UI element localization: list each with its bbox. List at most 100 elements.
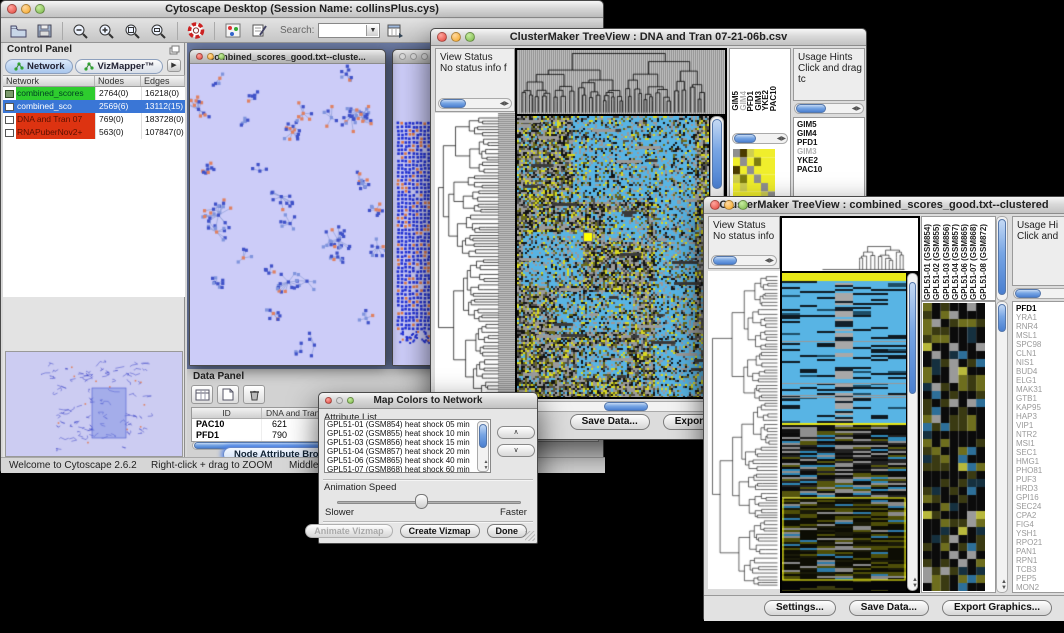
tv2-row-dendrogram[interactable] [708,271,780,589]
gene-label[interactable]: GPI16 [1016,493,1064,502]
resize-grip[interactable] [525,531,535,541]
tv1-zoom-matrix[interactable] [733,149,775,200]
gene-label[interactable]: MSI1 [1016,439,1064,448]
matrix-row-label[interactable]: PFD1 [797,138,864,147]
attribute-listbox[interactable]: GPL51-01 (GSM854) heat shock 05 min GPL51… [324,419,491,473]
network-list-row[interactable]: combined_sco 2569(6) 13112(15) [3,100,185,113]
tv1-matrix-scrollbar[interactable]: ◀▶ [732,133,788,144]
close-button[interactable] [196,53,203,60]
gene-label[interactable]: GTB1 [1016,394,1064,403]
tv1-heatmap[interactable] [517,116,709,397]
gene-label[interactable]: KAP95 [1016,403,1064,412]
minimize-button[interactable] [207,53,214,60]
gene-label[interactable]: SEC24 [1016,502,1064,511]
animation-speed-slider[interactable] [337,501,521,504]
gene-label[interactable]: MON2 [1016,583,1064,592]
tv2-column-dendrogram[interactable] [782,218,918,271]
network1-canvas[interactable] [190,64,385,365]
minimize-button[interactable] [21,4,31,14]
attribute-list-scrollbar[interactable]: ▲▼ [477,421,489,472]
tv2-labels-vscroll[interactable] [996,216,1008,301]
zoom-in-icon[interactable] [96,21,118,41]
network1-titlebar[interactable]: combined_scores_good.txt--cluste... [190,50,385,64]
tab[interactable]: VizMapper™ [75,59,163,74]
close-button[interactable] [7,4,17,14]
move-down-button[interactable]: ∨ [497,444,535,457]
dialog-button[interactable]: Done [487,524,528,538]
gene-label[interactable]: PHO81 [1016,466,1064,475]
open-file-icon[interactable] [7,21,29,41]
zoom-button[interactable] [465,32,475,42]
move-up-button[interactable]: ∧ [497,426,535,439]
zoom-button[interactable] [738,200,748,210]
minimize-button[interactable] [336,397,343,404]
gene-label[interactable]: YSH1 [1016,529,1064,538]
gene-label[interactable]: PEP5 [1016,574,1064,583]
attribute-item[interactable]: GPL51-07 (GSM868) heat shock 60 min [325,465,477,473]
close-button[interactable] [710,200,720,210]
dialog-button[interactable]: Create Vizmap [400,524,480,538]
help-lifering-icon[interactable] [185,21,207,41]
treeview-button[interactable]: Settings... [764,600,836,616]
matrix-column-label[interactable]: PAC10 [770,86,778,111]
tv2-status-scrollbar[interactable]: ◀▶ [711,255,777,266]
col-nodes[interactable]: Nodes [95,76,141,86]
treeview1-titlebar[interactable]: ClusterMaker TreeView : DNA and Tran 07-… [431,29,866,46]
vizmap-nodes-icon[interactable] [222,21,244,41]
birdseye-view[interactable] [5,351,183,457]
gene-label[interactable]: RNR4 [1016,322,1064,331]
dialog-titlebar[interactable]: Map Colors to Network [319,393,537,409]
matrix-row-label[interactable]: PAC10 [797,165,864,174]
tv2-genes-hscroll[interactable] [1013,288,1064,299]
col-id[interactable]: ID [192,408,262,418]
zoom-button[interactable] [218,53,225,60]
gene-label[interactable]: NIS1 [1016,358,1064,367]
attribute-item[interactable]: GPL51-06 (GSM865) heat shock 40 min [325,456,477,465]
tv2-zoom-vscroll[interactable]: ▲▼ [996,301,1008,593]
gene-label[interactable]: MAK31 [1016,385,1064,394]
treeview-button[interactable]: Export Graphics... [942,600,1052,616]
attribute-item[interactable]: GPL51-01 (GSM854) heat shock 05 min [325,420,477,429]
save-icon[interactable] [33,21,55,41]
zoom-fit-icon[interactable] [148,21,170,41]
matrix-row-label[interactable]: YKE2 [797,156,864,165]
gene-label[interactable]: FIG4 [1016,520,1064,529]
close-button[interactable] [325,397,332,404]
zoom-button[interactable] [421,53,428,60]
gene-label[interactable]: HMG1 [1016,457,1064,466]
minimize-button[interactable] [451,32,461,42]
gene-label[interactable]: HRD3 [1016,484,1064,493]
close-button[interactable] [437,32,447,42]
tv2-heatmap-vscroll[interactable]: ▲▼ [907,273,918,591]
heatmap-column-label[interactable]: GPL51-02 (GSM855) [933,224,942,300]
attribute-item[interactable]: GPL51-03 (GSM856) heat shock 15 min [325,438,477,447]
zoom-out-icon[interactable] [70,21,92,41]
gene-label[interactable]: NTR2 [1016,430,1064,439]
gene-label[interactable]: SEC1 [1016,448,1064,457]
gene-label[interactable]: CPA2 [1016,511,1064,520]
tv1-status-scrollbar[interactable]: ◀▶ [438,98,512,109]
search-input[interactable]: ▼ [318,23,380,38]
gene-label[interactable]: SPC98 [1016,340,1064,349]
network-list-row[interactable]: combined_scores 2764(0) 16218(0) [3,87,185,100]
treeview2-titlebar[interactable]: ClusterMaker TreeView : combined_scores_… [704,197,1064,214]
float-panel-icon[interactable] [169,45,180,58]
gene-label[interactable]: YRA1 [1016,313,1064,322]
tv1-labels-scrollbar[interactable]: ◀▶ [794,103,864,114]
zoom-button[interactable] [347,397,354,404]
tv1-row-dendrogram[interactable] [435,113,515,399]
zoom-button[interactable] [35,4,45,14]
attribute-item[interactable]: GPL51-04 (GSM857) heat shock 20 min [325,447,477,456]
gene-label[interactable]: TCB3 [1016,565,1064,574]
network-list-row[interactable]: DNA and Tran 07 769(0) 183728(0) [3,113,185,126]
gene-label[interactable]: ELG1 [1016,376,1064,385]
tab[interactable]: Network [5,59,73,74]
matrix-row-label[interactable]: GIM5 [797,120,864,129]
gene-label[interactable]: PUF3 [1016,475,1064,484]
main-titlebar[interactable]: Cytoscape Desktop (Session Name: collins… [1,1,603,18]
tab-overflow-button[interactable]: ▶ [167,59,181,72]
gene-label[interactable]: VIP1 [1016,421,1064,430]
heatmap-column-label[interactable]: GPL51-08 (GSM872) [980,224,989,300]
attribute-table-icon[interactable] [191,385,213,404]
network-list-row[interactable]: RNAPuberNov2+ 563(0) 107847(0) [3,126,185,139]
